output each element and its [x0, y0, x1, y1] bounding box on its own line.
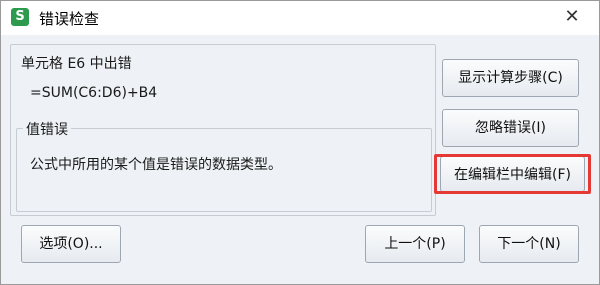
show-calculation-steps-button[interactable]: 显示计算步骤(C) — [442, 59, 579, 97]
previous-button[interactable]: 上一个(P) — [365, 225, 465, 263]
dialog-title: 错误检查 — [39, 10, 100, 28]
error-description: 公式中所用的某个值是错误的数据类型。 — [30, 157, 282, 173]
app-icon: S — [11, 8, 29, 26]
error-check-dialog: S 错误检查 ✕ 单元格 E6 中出错 =SUM(C6:D6)+B4 值错误 公… — [0, 0, 600, 285]
next-button[interactable]: 下一个(N) — [479, 225, 579, 263]
title-bar: S 错误检查 ✕ — [1, 1, 599, 35]
highlight-box — [434, 154, 591, 194]
close-button[interactable]: ✕ — [549, 1, 595, 33]
error-type-heading: 值错误 — [23, 119, 71, 139]
formula-text: =SUM(C6:D6)+B4 — [30, 85, 158, 101]
cell-error-heading: 单元格 E6 中出错 — [21, 56, 132, 72]
options-button[interactable]: 选项(O)... — [21, 225, 121, 263]
ignore-error-button[interactable]: 忽略错误(I) — [442, 109, 579, 147]
